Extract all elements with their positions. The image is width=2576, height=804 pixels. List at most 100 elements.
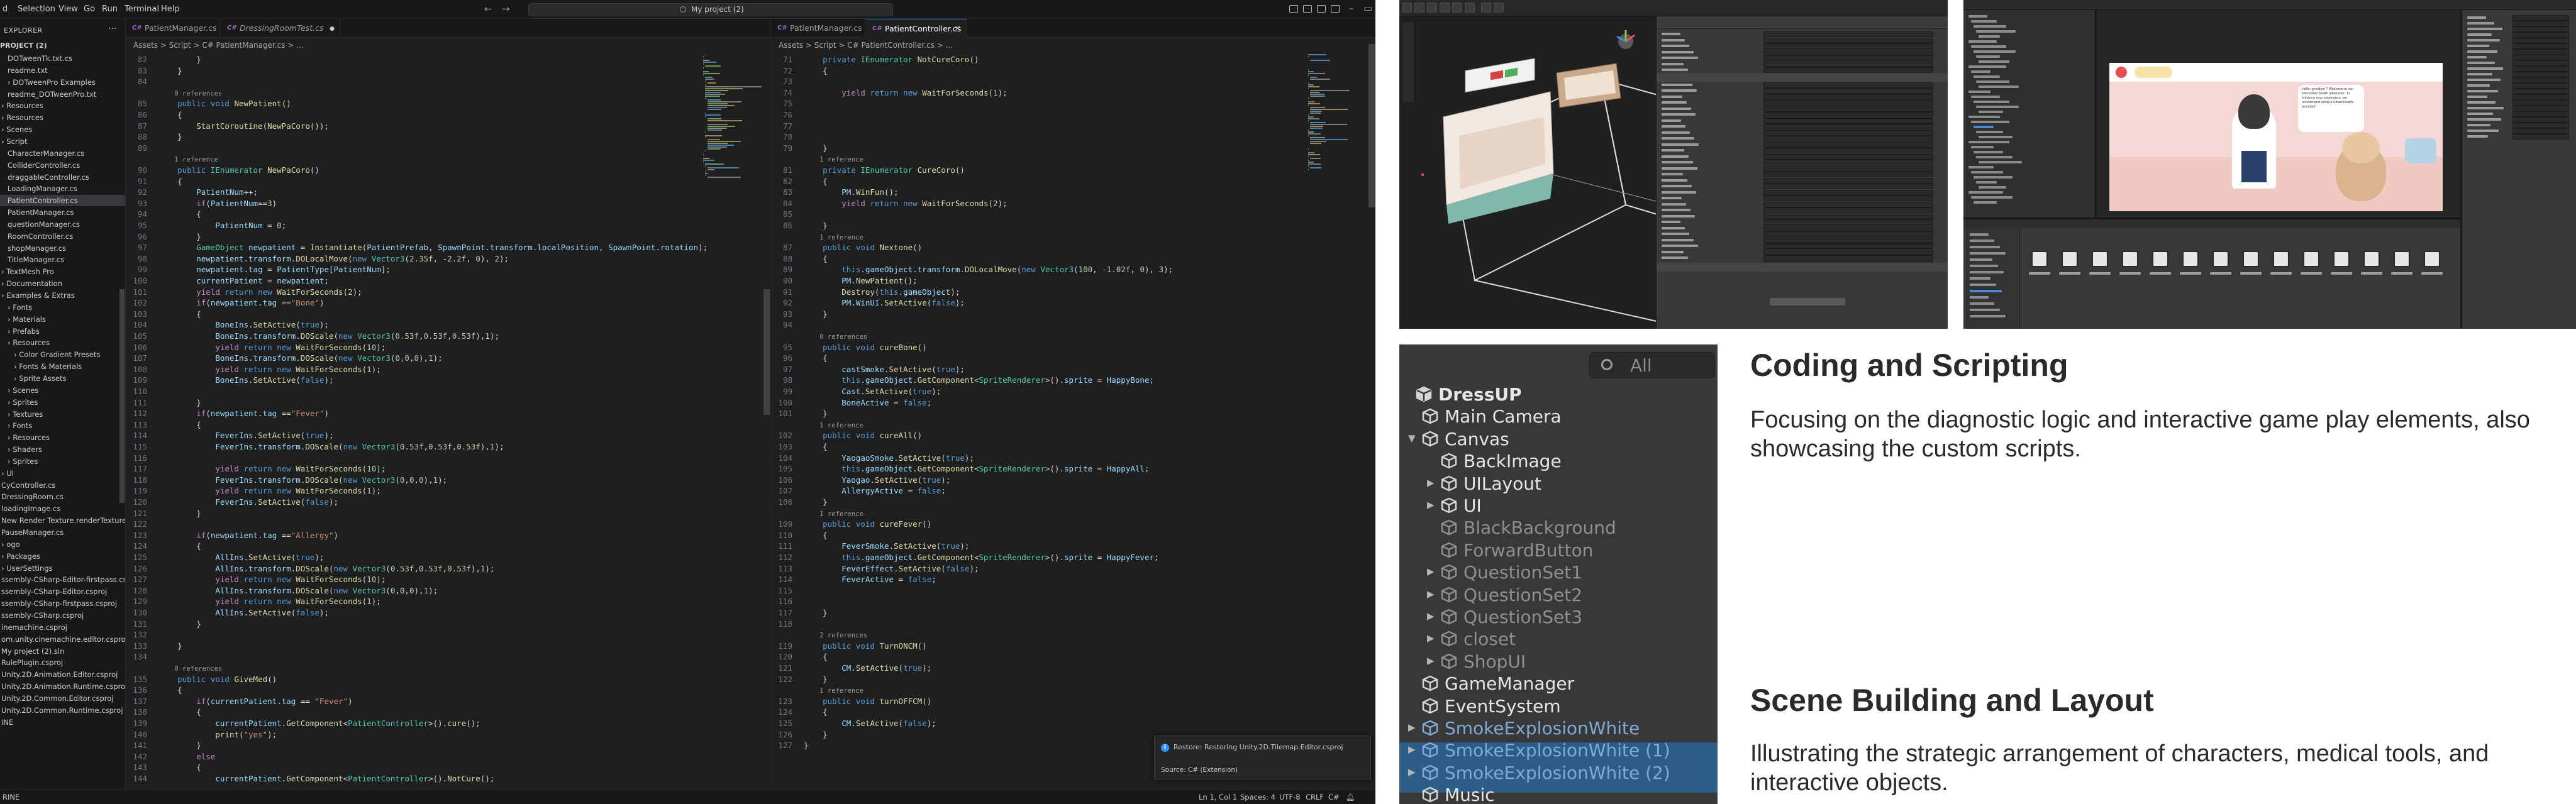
code-line[interactable]: 100 currentPatient = newpatient; [126, 275, 329, 287]
expand-down-arrow-icon[interactable]: ▼ [1408, 432, 1416, 444]
tree-folder[interactable]: › UI [0, 468, 14, 479]
tree-folder[interactable]: › Documentation [0, 278, 62, 289]
tree-file[interactable]: ssembly-CSharp-firstpass.csproj [0, 598, 117, 609]
tab-dressingroom[interactable]: C# DressingRoomTest.cs ● [221, 19, 340, 38]
code-line[interactable]: 102 if(newpatient.tag =="Bone") [126, 297, 324, 309]
unity-hierarchy-panel[interactable] [1963, 10, 2096, 218]
menu-item-view[interactable]: View [58, 4, 78, 14]
tree-file[interactable]: ssembly-CSharp-Editor.csproj [0, 586, 107, 597]
component-header[interactable] [1657, 263, 1948, 272]
status-indent[interactable]: Spaces: 4 [1240, 793, 1275, 801]
code-line[interactable]: 83 } [126, 65, 182, 77]
script-asset-icon[interactable] [2182, 251, 2199, 267]
tree-file[interactable]: INE [0, 717, 13, 728]
code-line[interactable]: 103 { [771, 441, 827, 453]
hierarchy-item[interactable]: ForwardButton [1399, 538, 1718, 561]
game-view-render[interactable]: Hello, goodbye ? Welcome to our interact… [2109, 63, 2443, 211]
code-line[interactable]: 96 } [126, 231, 201, 243]
inspector-field[interactable] [2512, 77, 2569, 83]
tree-folder[interactable]: › Script [0, 136, 28, 147]
code-line[interactable]: 89 this.gameObject.transform.DOLocalMove… [771, 264, 1173, 275]
code-line[interactable]: 71 private IEnumerator NotCureCoro() [771, 54, 979, 65]
code-line[interactable]: 86 { [126, 109, 182, 121]
code-line[interactable]: 113 { [126, 419, 201, 431]
code-line[interactable]: 115 [771, 585, 804, 597]
inspector-field[interactable] [2512, 15, 2569, 21]
status-cursor[interactable]: Ln 1, Col 1 [1199, 793, 1237, 801]
pause-button-icon[interactable] [2116, 67, 2127, 78]
code-line[interactable]: 87 public void Nextone() [771, 242, 922, 253]
tree-file[interactable]: CyController.cs [0, 480, 55, 491]
toggle-secondary-sidebar-icon[interactable] [1317, 5, 1326, 13]
tree-file[interactable]: loadingImage.cs [0, 503, 60, 514]
code-line[interactable]: 75 [771, 98, 804, 109]
code-line[interactable]: 110 [126, 386, 158, 397]
unity-inspector-panel[interactable] [2462, 10, 2576, 329]
code-line[interactable]: 130 AllIns.SetActive(false); [126, 607, 329, 619]
notification-toast[interactable]: i Restore: Restoring Unity.2D.Tilemap.Ed… [1154, 735, 1371, 779]
code-line[interactable]: 124 { [771, 707, 827, 718]
code-line[interactable]: 85 public void NewPatient() [126, 98, 291, 109]
add-component-button[interactable] [1770, 298, 1845, 306]
code-line[interactable]: 115 FeverIns.transform.DOScale(new Vecto… [126, 441, 504, 453]
expand-right-arrow-icon[interactable]: ▶ [1427, 477, 1435, 488]
tree-file[interactable]: draggableController.cs [0, 172, 89, 183]
hierarchy-item[interactable]: ▶ UI [1399, 493, 1718, 516]
code-line[interactable]: 102 public void cureAll() [771, 430, 922, 441]
code-line[interactable]: 93 } [771, 309, 828, 320]
hierarchy-item[interactable]: BackImage [1399, 449, 1718, 471]
tree-folder[interactable]: › Sprites [0, 397, 38, 408]
code-line[interactable]: 120 FeverIns.SetActive(false); [126, 497, 338, 508]
tree-file[interactable]: My project (2).sln [0, 646, 64, 657]
code-line[interactable]: 131 } [126, 619, 201, 630]
inspector-field-value[interactable] [1763, 231, 1933, 237]
inspector-field[interactable] [2512, 66, 2569, 72]
inspector-field-value[interactable] [1763, 165, 1933, 172]
code-line[interactable]: 138 { [126, 707, 201, 718]
tab-patientmanager[interactable]: C# PatientManager.cs [126, 19, 220, 38]
script-asset-icon[interactable] [2152, 251, 2168, 267]
code-line[interactable]: 112 this.gameObject.GetComponent<SpriteR… [771, 552, 1158, 563]
inspector-field-value[interactable] [1763, 177, 1933, 184]
project-tabs[interactable] [1963, 219, 2460, 228]
hierarchy-search-field[interactable]: All [1589, 352, 1715, 378]
code-line[interactable]: 112 if(newpatient.tag =="Fever") [126, 408, 329, 419]
inspector-field[interactable] [2512, 55, 2569, 60]
code-line[interactable]: 94 { [126, 209, 201, 220]
status-encoding[interactable]: UTF-8 [1279, 793, 1301, 801]
transform-tool-icon[interactable] [1465, 3, 1475, 13]
hand-tool-icon[interactable] [1402, 3, 1412, 13]
tree-file[interactable]: Unity.2D.Common.Runtime.csproj [0, 705, 123, 716]
inspector-field[interactable] [2512, 94, 2569, 100]
inspector-field-value[interactable] [1763, 136, 1933, 141]
inspector-field[interactable] [2512, 49, 2569, 55]
code-line[interactable]: 92 PM.WinUI.SetActive(false); [771, 297, 965, 309]
code-line[interactable]: 96 { [771, 353, 828, 364]
code-line[interactable]: 97 GameObject newpatient = Instantiate(P… [126, 242, 708, 253]
code-line[interactable]: 82 } [126, 54, 201, 65]
tree-folder[interactable]: › Resources [0, 100, 43, 111]
inspector-field-value[interactable] [1763, 106, 1933, 112]
inspector-field[interactable] [2512, 43, 2569, 49]
code-line[interactable]: 127} [771, 740, 808, 751]
code-line[interactable]: 114 FeverActive = false; [771, 574, 936, 585]
code-line[interactable]: 137 if(currentPatient.tag == "Fever") [126, 696, 352, 707]
script-asset-icon[interactable] [2273, 251, 2289, 267]
tree-file[interactable]: Unity.2D.Common.Editor.csproj [0, 693, 113, 704]
inspector-field-value[interactable] [1763, 153, 1933, 160]
code-line[interactable]: 101 yield return new WaitForSeconds(2); [126, 287, 362, 298]
tree-file[interactable]: questionManager.cs [0, 219, 80, 230]
hierarchy-item[interactable]: ▶ QuestionSet2 [1399, 583, 1718, 605]
code-line[interactable]: 101 } [771, 408, 827, 419]
tree-file[interactable]: readme_DOTweenPro.txt [0, 89, 96, 100]
bell-icon[interactable]: 🔔︎ [1346, 793, 1355, 801]
code-line[interactable]: 99 newpatient.tag = PatientType[PatientN… [126, 264, 391, 275]
inspector-field[interactable] [2512, 38, 2569, 43]
code-line[interactable]: 0 references [126, 87, 222, 99]
script-asset-icon[interactable] [2333, 251, 2350, 267]
code-line[interactable]: 95 public void cureBone() [771, 342, 927, 353]
component-header[interactable] [1657, 73, 1948, 82]
script-asset-icon[interactable] [2062, 251, 2078, 267]
hierarchy-item[interactable]: ▶ UILayout [1399, 471, 1718, 494]
inspector-field[interactable] [2512, 72, 2569, 77]
